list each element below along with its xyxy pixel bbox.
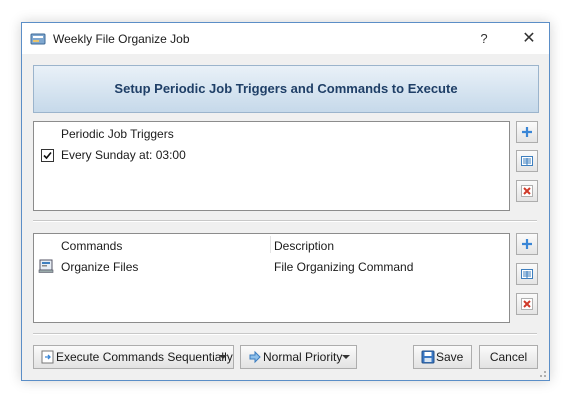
remove-icon [521, 298, 533, 310]
save-label: Save [436, 350, 464, 364]
edit-command-button[interactable] [516, 263, 538, 285]
save-disk-icon [420, 349, 436, 365]
help-button[interactable]: ? [466, 23, 502, 54]
commands-column-header: Commands [61, 239, 123, 253]
banner-title: Setup Periodic Job Triggers and Commands… [114, 81, 458, 96]
edit-trigger-button[interactable] [516, 150, 538, 172]
add-trigger-button[interactable] [516, 121, 538, 143]
cancel-button[interactable]: Cancel [479, 345, 538, 369]
description-column-header: Description [274, 239, 335, 253]
resize-grip-icon[interactable] [537, 368, 547, 378]
remove-icon [521, 185, 533, 197]
remove-trigger-button[interactable] [516, 180, 538, 202]
footer-divider [33, 333, 537, 335]
cancel-label: Cancel [489, 350, 528, 364]
chevron-down-icon [219, 355, 227, 359]
add-icon [522, 127, 532, 137]
title-bar: Weekly File Organize Job ? ✕ [22, 23, 549, 54]
edit-icon [521, 269, 533, 279]
triggers-list[interactable]: Periodic Job Triggers Every Sunday at: 0… [33, 121, 510, 211]
priority-arrow-icon [247, 349, 263, 365]
add-icon [522, 239, 532, 249]
column-divider [270, 236, 271, 253]
commands-list[interactable]: Commands Description Organize Files File… [33, 233, 510, 323]
triggers-column-header: Periodic Job Triggers [61, 127, 174, 141]
priority-label: Normal Priority [263, 350, 343, 364]
trigger-checkbox[interactable] [41, 149, 54, 162]
priority-dropdown[interactable]: Normal Priority [240, 345, 357, 369]
save-button[interactable]: Save [413, 345, 472, 369]
execution-mode-dropdown[interactable]: Execute Commands Sequentially [33, 345, 234, 369]
dialog-window: Weekly File Organize Job ? ✕ Setup Perio… [21, 22, 550, 381]
section-divider [33, 220, 537, 222]
app-icon [30, 31, 46, 47]
add-command-button[interactable] [516, 233, 538, 255]
command-name: Organize Files [61, 260, 139, 274]
close-button[interactable]: ✕ [510, 23, 548, 54]
check-icon [43, 151, 52, 160]
trigger-label: Every Sunday at: 03:00 [61, 148, 186, 162]
execution-mode-label: Execute Commands Sequentially [56, 350, 233, 364]
header-banner: Setup Periodic Job Triggers and Commands… [33, 65, 539, 113]
chevron-down-icon [342, 355, 350, 359]
window-title: Weekly File Organize Job [53, 32, 190, 46]
command-icon [38, 258, 54, 274]
edit-icon [521, 156, 533, 166]
command-description: File Organizing Command [274, 260, 414, 274]
sequence-icon [40, 349, 56, 365]
remove-command-button[interactable] [516, 293, 538, 315]
